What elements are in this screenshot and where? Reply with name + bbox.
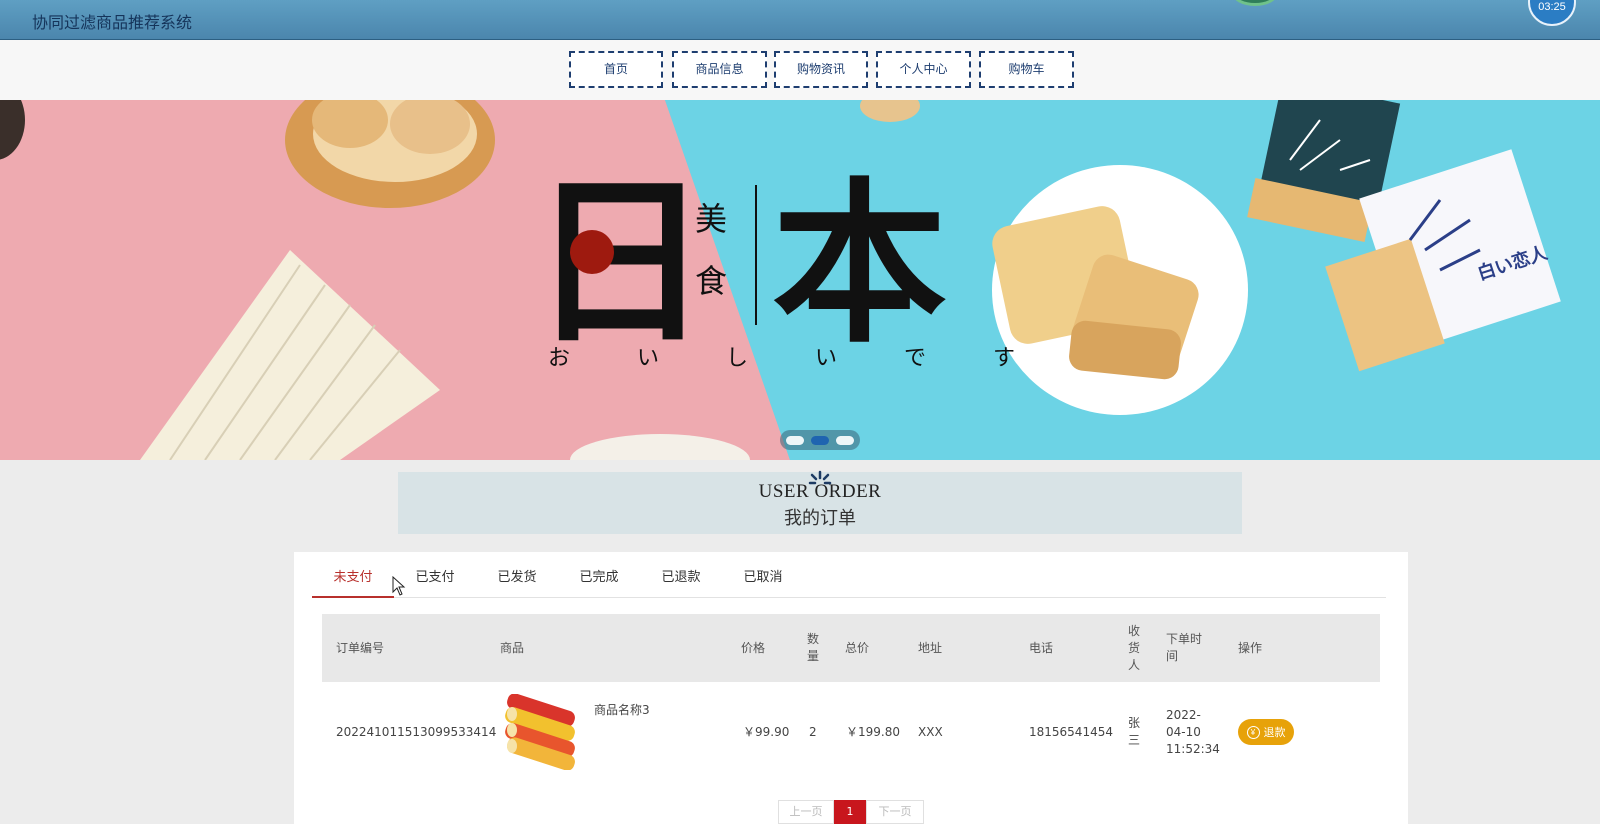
banner-small-top: 美 bbox=[695, 200, 727, 238]
nav-cart[interactable]: 购物车 bbox=[979, 51, 1074, 88]
status-indicator-icon bbox=[1232, 0, 1278, 6]
header-price: 价格 bbox=[741, 640, 766, 655]
product-thumbnail[interactable] bbox=[500, 694, 586, 770]
loading-spinner-icon bbox=[808, 470, 832, 485]
banner-kana: お い し い で す bbox=[548, 346, 1045, 371]
carousel-dot-3[interactable] bbox=[836, 436, 854, 445]
app-title: 协同过滤商品推荐系统 bbox=[32, 13, 193, 32]
top-bar: 协同过滤商品推荐系统 03:25 bbox=[0, 0, 1600, 40]
cell-phone: 18156541454 bbox=[1029, 724, 1113, 739]
header-phone: 电话 bbox=[1029, 640, 1054, 655]
main-nav: 首页 商品信息 购物资讯 个人中心 购物车 bbox=[0, 40, 1600, 100]
refund-button-label: 退款 bbox=[1263, 727, 1286, 739]
header-order-time: 下单时间 bbox=[1166, 632, 1203, 663]
cell-price: ￥99.90 bbox=[743, 724, 790, 739]
cell-order-no: 202241011513099533414 bbox=[336, 724, 497, 739]
cell-total: ￥199.80 bbox=[846, 724, 900, 739]
table-header: 订单编号 商品 价格 数量 总价 地址 电话 收货人 下单时间 操作 bbox=[322, 614, 1380, 682]
clock-badge: 03:25 bbox=[1528, 0, 1576, 26]
tab-refunded[interactable]: 已退款 bbox=[640, 562, 722, 598]
tab-completed[interactable]: 已完成 bbox=[558, 562, 640, 598]
banner-artwork: 日 美 食 本 お い し い で す 白い恋人 bbox=[0, 100, 1600, 460]
cell-product-name[interactable]: 商品名称3 bbox=[594, 660, 694, 760]
section-title-cn: 我的订单 bbox=[784, 508, 856, 529]
mouse-cursor-icon bbox=[392, 576, 406, 596]
header-qty: 数量 bbox=[807, 632, 820, 663]
header-total: 总价 bbox=[845, 640, 870, 655]
orders-panel: 未支付 已支付 已发货 已完成 已退款 已取消 订单编号 商品 价格 数量 总价… bbox=[294, 552, 1408, 824]
refund-button[interactable]: ¥ 退款 bbox=[1238, 719, 1294, 745]
next-page-button[interactable]: 下一页 bbox=[866, 800, 924, 824]
header-action: 操作 bbox=[1238, 640, 1263, 655]
table-row: 202241011513099533414 商品名称3 ￥99.90 2 ￥19… bbox=[322, 682, 1380, 782]
header-address: 地址 bbox=[918, 640, 943, 655]
cell-order-time: 2022-04-10 11:52:34 bbox=[1166, 707, 1220, 756]
yen-coin-icon: ¥ bbox=[1246, 725, 1260, 739]
banner-big-left: 日 bbox=[530, 157, 710, 368]
hero-banner[interactable]: 日 美 食 本 お い し い で す 白い恋人 bbox=[0, 100, 1600, 460]
nav-products[interactable]: 商品信息 bbox=[672, 51, 767, 88]
prev-page-button[interactable]: 上一页 bbox=[778, 800, 834, 824]
nav-home[interactable]: 首页 bbox=[569, 51, 663, 88]
orders-table: 订单编号 商品 价格 数量 总价 地址 电话 收货人 下单时间 操作 20224… bbox=[322, 614, 1380, 782]
banner-small-bottom: 食 bbox=[695, 262, 727, 300]
header-order-no: 订单编号 bbox=[336, 640, 385, 655]
cell-receiver: 张三 bbox=[1128, 716, 1141, 747]
page-1-button[interactable]: 1 bbox=[834, 800, 866, 824]
carousel-dots bbox=[780, 430, 860, 450]
nav-news[interactable]: 购物资讯 bbox=[774, 51, 868, 88]
banner-big-right: 本 bbox=[772, 162, 947, 367]
header-receiver: 收货人 bbox=[1128, 623, 1141, 672]
nav-user-center[interactable]: 个人中心 bbox=[876, 51, 971, 88]
tab-paid[interactable]: 已支付 bbox=[394, 562, 476, 598]
carousel-dot-2[interactable] bbox=[811, 436, 829, 445]
cell-qty: 2 bbox=[809, 724, 817, 739]
carousel-dot-1[interactable] bbox=[786, 436, 804, 445]
tab-shipped[interactable]: 已发货 bbox=[476, 562, 558, 598]
tab-cancelled[interactable]: 已取消 bbox=[722, 562, 804, 598]
order-status-tabs: 未支付 已支付 已发货 已完成 已退款 已取消 bbox=[312, 562, 1386, 598]
cell-address: XXX bbox=[918, 724, 943, 739]
tab-unpaid[interactable]: 未支付 bbox=[312, 562, 394, 598]
